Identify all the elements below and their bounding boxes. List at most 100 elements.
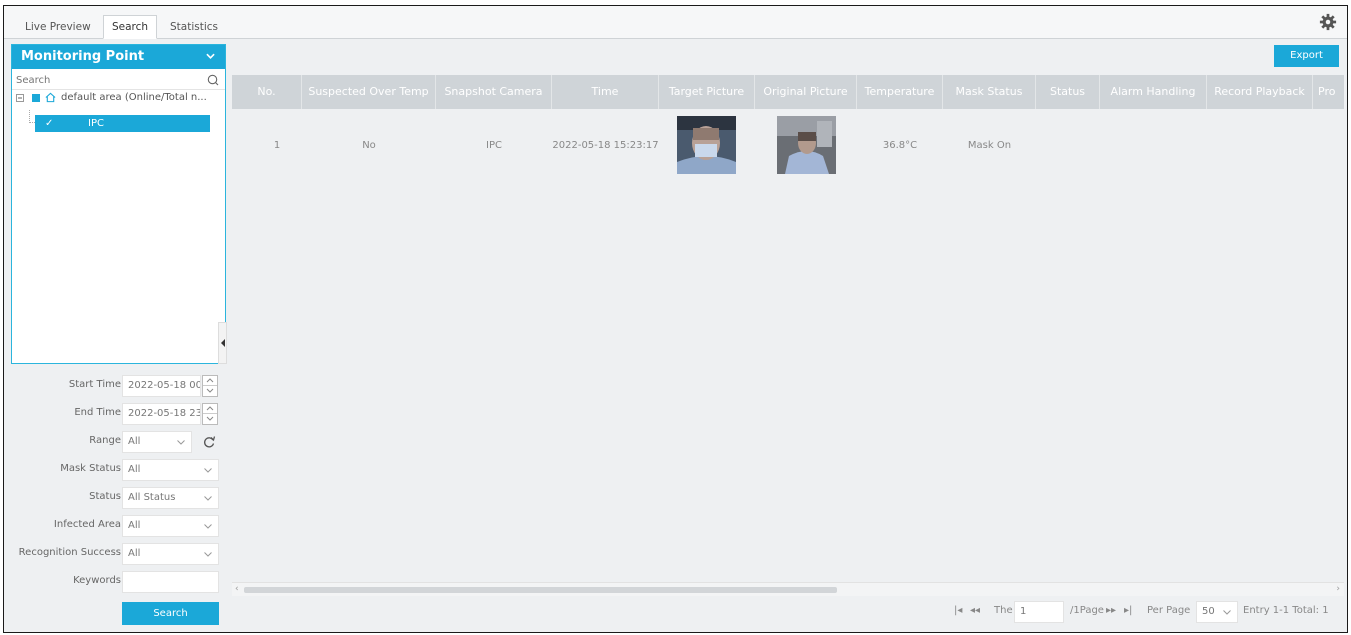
column-header[interactable]: Mask Status xyxy=(943,75,1036,109)
refresh-icon[interactable] xyxy=(202,435,216,449)
monitoring-point-panel: Monitoring Point default area (Online/To… xyxy=(11,44,226,364)
column-header[interactable]: Suspected Over Temp xyxy=(302,75,436,109)
status-select[interactable]: All Status xyxy=(122,487,219,509)
status-value: All Status xyxy=(128,492,176,503)
table-header: No. Suspected Over Temp Snapshot Camera … xyxy=(232,75,1344,109)
chevron-down-icon xyxy=(204,496,212,501)
range-value: All xyxy=(128,436,141,447)
per-page-select[interactable]: 50 xyxy=(1196,601,1238,623)
search-icon[interactable] xyxy=(207,74,219,86)
tree-node-label: default area (Online/Total n... xyxy=(61,92,207,103)
page-label: The xyxy=(994,605,1013,616)
chevron-down-icon xyxy=(204,524,212,529)
start-time-field[interactable]: 2022-05-18 00 xyxy=(122,375,201,397)
first-page-button[interactable]: |◂ xyxy=(954,605,962,616)
infected-area-label: Infected Area xyxy=(53,519,121,530)
original-picture-thumbnail[interactable] xyxy=(777,116,836,174)
tab-search[interactable]: Search xyxy=(103,15,158,39)
tree-search xyxy=(12,72,225,90)
keywords-row: Keywords xyxy=(4,571,226,593)
search-button[interactable]: Search xyxy=(122,602,219,625)
next-page-button[interactable]: ▸▸ xyxy=(1106,605,1116,616)
infected-area-row: Infected Area All xyxy=(4,515,226,537)
recognition-success-select[interactable]: All xyxy=(122,543,219,565)
tree-node-default-area[interactable]: default area (Online/Total n... xyxy=(12,90,225,106)
cell-over-temp: No xyxy=(362,140,376,151)
caret-left-icon xyxy=(221,339,225,347)
mask-status-row: Mask Status All xyxy=(4,459,226,481)
panel-title: Monitoring Point xyxy=(21,49,145,64)
chevron-down-icon[interactable] xyxy=(206,53,215,59)
app-window: Live Preview Search Statistics Monitorin… xyxy=(3,5,1348,633)
gear-icon[interactable] xyxy=(1319,13,1337,31)
column-header[interactable]: Alarm Handling xyxy=(1100,75,1207,109)
infected-area-select[interactable]: All xyxy=(122,515,219,537)
cell-temperature: 36.8°C xyxy=(882,140,918,151)
column-header[interactable]: Snapshot Camera xyxy=(436,75,552,109)
cell-mask-status: Mask On xyxy=(967,140,1012,151)
start-time-row: Start Time 2022-05-18 00 xyxy=(4,375,226,397)
mask-status-value: All xyxy=(128,464,141,475)
page-total-label: /1Page xyxy=(1070,605,1104,616)
scrollbar-thumb[interactable] xyxy=(244,587,837,593)
chevron-down-icon xyxy=(204,468,212,473)
target-picture-thumbnail[interactable] xyxy=(677,116,736,174)
chevron-down-icon xyxy=(177,440,185,445)
spin-up-icon[interactable] xyxy=(203,404,217,414)
export-button[interactable]: Export xyxy=(1274,45,1339,67)
tree-checkbox-icon[interactable] xyxy=(32,94,40,102)
column-header[interactable]: Record Playback xyxy=(1207,75,1313,109)
tab-bar: Live Preview Search Statistics xyxy=(4,6,1347,39)
end-time-stepper[interactable] xyxy=(202,403,218,425)
range-label: Range xyxy=(89,435,121,446)
tree-node-ipc[interactable]: ✓ IPC xyxy=(35,115,210,132)
collapse-panel-handle[interactable] xyxy=(218,322,227,364)
spin-down-icon[interactable] xyxy=(203,414,217,424)
column-header[interactable]: No. xyxy=(232,75,302,109)
scroll-right-icon[interactable]: › xyxy=(1336,584,1340,594)
expand-icon[interactable] xyxy=(16,94,24,102)
mask-status-label: Mask Status xyxy=(60,463,121,474)
keywords-input[interactable] xyxy=(122,571,219,593)
range-row: Range All xyxy=(4,431,226,453)
entry-info: Entry 1-1 Total: 1 xyxy=(1243,605,1329,616)
check-icon: ✓ xyxy=(45,118,54,129)
tab-live-preview[interactable]: Live Preview xyxy=(16,15,100,39)
tree-search-input[interactable] xyxy=(12,72,202,89)
range-select[interactable]: All xyxy=(122,431,192,453)
status-label: Status xyxy=(89,491,121,502)
home-icon xyxy=(45,92,56,103)
tab-statistics[interactable]: Statistics xyxy=(161,15,227,39)
spin-down-icon[interactable] xyxy=(203,386,217,396)
column-header[interactable]: Pro xyxy=(1313,75,1344,109)
spin-up-icon[interactable] xyxy=(203,376,217,386)
column-header[interactable]: Target Picture xyxy=(659,75,755,109)
recognition-success-row: Recognition Success All xyxy=(4,543,226,565)
per-page-value: 50 xyxy=(1202,606,1215,617)
page-number-input[interactable]: 1 xyxy=(1014,601,1064,623)
prev-page-button[interactable]: ◂◂ xyxy=(970,605,980,616)
end-time-field[interactable]: 2022-05-18 23 xyxy=(122,403,201,425)
monitoring-point-header[interactable]: Monitoring Point xyxy=(12,45,225,69)
last-page-button[interactable]: ▸| xyxy=(1124,605,1132,616)
start-time-stepper[interactable] xyxy=(202,375,218,397)
chevron-down-icon xyxy=(1223,610,1231,615)
recognition-success-value: All xyxy=(128,548,141,559)
face-image-icon xyxy=(677,116,736,174)
column-header[interactable]: Time xyxy=(552,75,659,109)
column-header[interactable]: Status xyxy=(1036,75,1100,109)
infected-area-value: All xyxy=(128,520,141,531)
scroll-left-icon[interactable]: ‹ xyxy=(235,584,239,594)
chevron-down-icon xyxy=(204,552,212,557)
column-header[interactable]: Original Picture xyxy=(755,75,857,109)
scene-image-icon xyxy=(777,116,836,174)
column-header[interactable]: Temperature xyxy=(857,75,943,109)
results-table: No. Suspected Over Temp Snapshot Camera … xyxy=(232,75,1344,599)
cell-camera: IPC xyxy=(486,140,502,151)
end-time-label: End Time xyxy=(74,407,121,418)
horizontal-scrollbar[interactable]: ‹ › xyxy=(232,582,1344,596)
recognition-success-label: Recognition Success xyxy=(18,547,121,558)
mask-status-select[interactable]: All xyxy=(122,459,219,481)
status-row: Status All Status xyxy=(4,487,226,509)
end-time-row: End Time 2022-05-18 23 xyxy=(4,403,226,425)
